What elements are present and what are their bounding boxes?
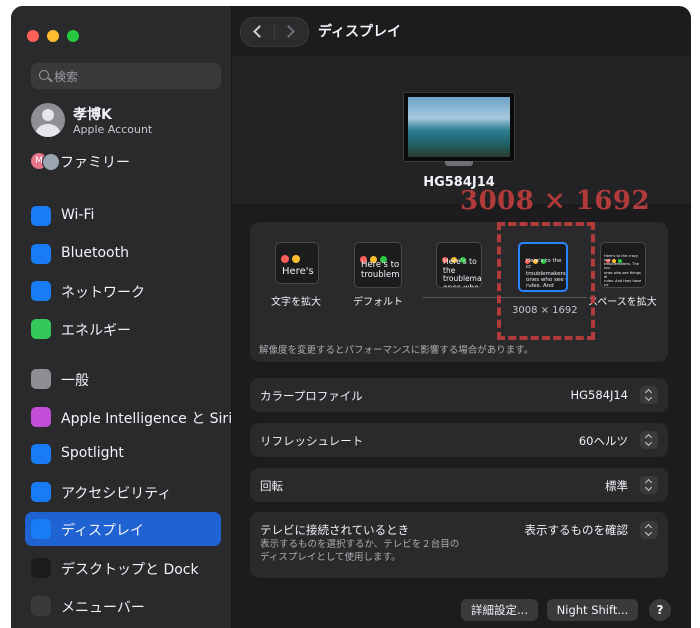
dock-icon — [31, 558, 51, 578]
sun-icon — [31, 519, 51, 539]
sidebar-item-label: 一般 — [61, 373, 89, 389]
sidebar-item-magnifier[interactable]: Spotlight — [25, 437, 221, 471]
sidebar-item-label: Apple Intelligence と Siri — [61, 411, 233, 427]
advanced-button[interactable]: 詳細設定... — [461, 599, 538, 621]
option-label-more-space: スペースを拡大 — [588, 297, 657, 308]
sidebar-item-accessibility[interactable]: アクセシビリティ — [25, 475, 221, 509]
option-label-larger-text: 文字を拡大 — [271, 297, 321, 308]
sidebar-item-sun[interactable]: ディスプレイ — [25, 512, 221, 546]
sidebar-item-battery-bolt[interactable]: エネルギー — [25, 312, 221, 346]
globe-icon — [31, 281, 51, 301]
monitor-icon[interactable] — [403, 92, 515, 166]
back-icon[interactable] — [253, 25, 266, 38]
settings-window: 検索 孝博K Apple Account M ファミリー Wi-Fi Blueto… — [11, 6, 691, 628]
wifi-icon — [31, 206, 51, 226]
zoom-button[interactable] — [67, 30, 79, 42]
forward-icon[interactable] — [282, 25, 295, 38]
sidebar-item-label: ディスプレイ — [61, 523, 145, 539]
account-subtitle: Apple Account — [73, 123, 153, 136]
resolution-note: 解像度を変更するとパフォーマンスに影響する場合があります。 — [259, 345, 534, 356]
sidebar-item-siri[interactable]: Apple Intelligence と Siri — [25, 400, 232, 434]
sidebar-item-toggles[interactable]: メニューバー — [25, 589, 221, 623]
tv-connection-description: 表示するものを選択するか、テレビを２台目の ディスプレイとして使用します。 — [260, 539, 460, 563]
search-input[interactable]: 検索 — [31, 63, 221, 89]
search-placeholder: 検索 — [54, 70, 79, 84]
accessibility-icon — [31, 482, 51, 502]
sidebar-item-dock[interactable]: デスクトップと Dock — [25, 551, 221, 585]
sidebar-item-label: デスクトップと Dock — [61, 562, 199, 578]
sidebar-item-label: アクセシビリティ — [61, 486, 172, 502]
color-profile-stepper[interactable] — [640, 386, 658, 404]
color-profile-value: HG584J14 — [570, 388, 628, 402]
search-icon — [39, 70, 49, 80]
sidebar-item-label: Bluetooth — [61, 245, 129, 261]
toggles-icon — [31, 596, 51, 616]
sidebar-item-globe[interactable]: ネットワーク — [25, 274, 221, 308]
resolution-option-larger-text[interactable]: Here's — [275, 242, 319, 284]
sidebar-item-gear[interactable]: 一般 — [25, 362, 221, 396]
refresh-rate-row[interactable]: リフレッシュレート 60ヘルツ — [250, 423, 668, 457]
sidebar-item-label: Spotlight — [61, 445, 124, 461]
sidebar-item-label: Wi-Fi — [61, 207, 95, 223]
color-profile-row[interactable]: カラープロファイル HG584J14 — [250, 378, 668, 412]
avatar[interactable] — [31, 103, 65, 137]
minimize-button[interactable] — [47, 30, 59, 42]
nav-buttons — [240, 17, 309, 47]
tv-connection-stepper[interactable] — [640, 521, 658, 539]
night-shift-button[interactable]: Night Shift... — [547, 599, 638, 621]
rotation-row[interactable]: 回転 標準 — [250, 468, 668, 502]
refresh-rate-stepper[interactable] — [640, 431, 658, 449]
siri-icon — [31, 407, 51, 427]
sidebar-item-label: メニューバー — [61, 600, 145, 616]
sidebar-item-wifi[interactable]: Wi-Fi — [25, 199, 221, 233]
page-title: ディスプレイ — [318, 24, 402, 40]
sidebar: 検索 孝博K Apple Account M ファミリー Wi-Fi Blueto… — [11, 6, 232, 628]
account-name[interactable]: 孝博K — [73, 104, 112, 124]
highlight-box — [497, 222, 595, 340]
option-label-default: デフォルト — [353, 297, 403, 308]
resolution-option-more-space[interactable]: Here's to the crazy one troublemakers. T… — [600, 242, 646, 288]
sidebar-item-label: ネットワーク — [61, 285, 145, 301]
sidebar-item-bluetooth[interactable]: Bluetooth — [25, 237, 221, 271]
resolution-option-default[interactable]: Here's to troublem — [354, 242, 402, 288]
magnifier-icon — [31, 444, 51, 464]
rotation-value: 標準 — [605, 479, 628, 493]
tv-connection-row[interactable]: テレビに接続されているとき 表示するものを選択するか、テレビを２台目の ディスプ… — [250, 512, 668, 578]
close-button[interactable] — [27, 30, 39, 42]
rotation-stepper[interactable] — [640, 476, 658, 494]
battery-bolt-icon — [31, 319, 51, 339]
sidebar-item-family[interactable]: ファミリー — [60, 152, 130, 172]
help-button[interactable]: ? — [649, 599, 671, 621]
refresh-rate-value: 60ヘルツ — [578, 434, 628, 448]
tv-connection-value: 表示するものを確認 — [524, 523, 629, 537]
bluetooth-icon — [31, 244, 51, 264]
gear-icon — [31, 369, 51, 389]
sidebar-item-label: エネルギー — [61, 323, 131, 339]
resolution-overlay: 3008 × 1692 — [460, 186, 651, 216]
resolution-option-3[interactable]: Here's to the troublema ones who — [436, 242, 482, 288]
